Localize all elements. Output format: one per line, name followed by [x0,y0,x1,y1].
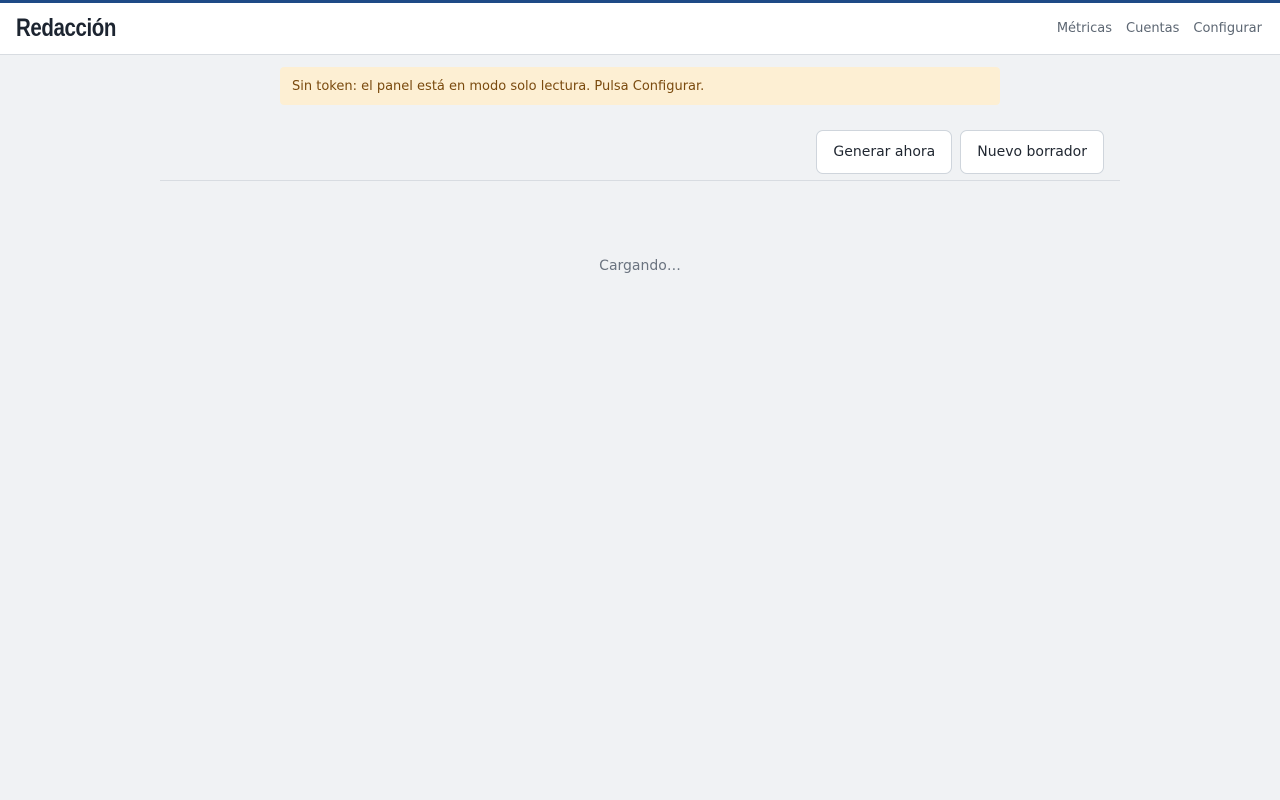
app-title: Redacción [16,14,116,42]
divider [160,180,1120,181]
readonly-warning-banner: Sin token: el panel está en modo solo le… [280,67,1000,105]
action-toolbar: Generar ahora Nuevo borrador [816,130,1104,174]
top-bar: Redacción Métricas Cuentas Configurar [0,0,1280,55]
new-draft-button[interactable]: Nuevo borrador [960,130,1104,174]
generate-now-button[interactable]: Generar ahora [816,130,953,174]
nav-link-configurar[interactable]: Configurar [1193,21,1262,36]
nav-link-cuentas[interactable]: Cuentas [1126,21,1179,36]
main-nav: Métricas Cuentas Configurar [1057,3,1262,54]
warning-message: Sin token: el panel está en modo solo le… [292,78,705,94]
nav-link-metricas[interactable]: Métricas [1057,21,1112,36]
loading-indicator: Cargando… [599,258,681,274]
